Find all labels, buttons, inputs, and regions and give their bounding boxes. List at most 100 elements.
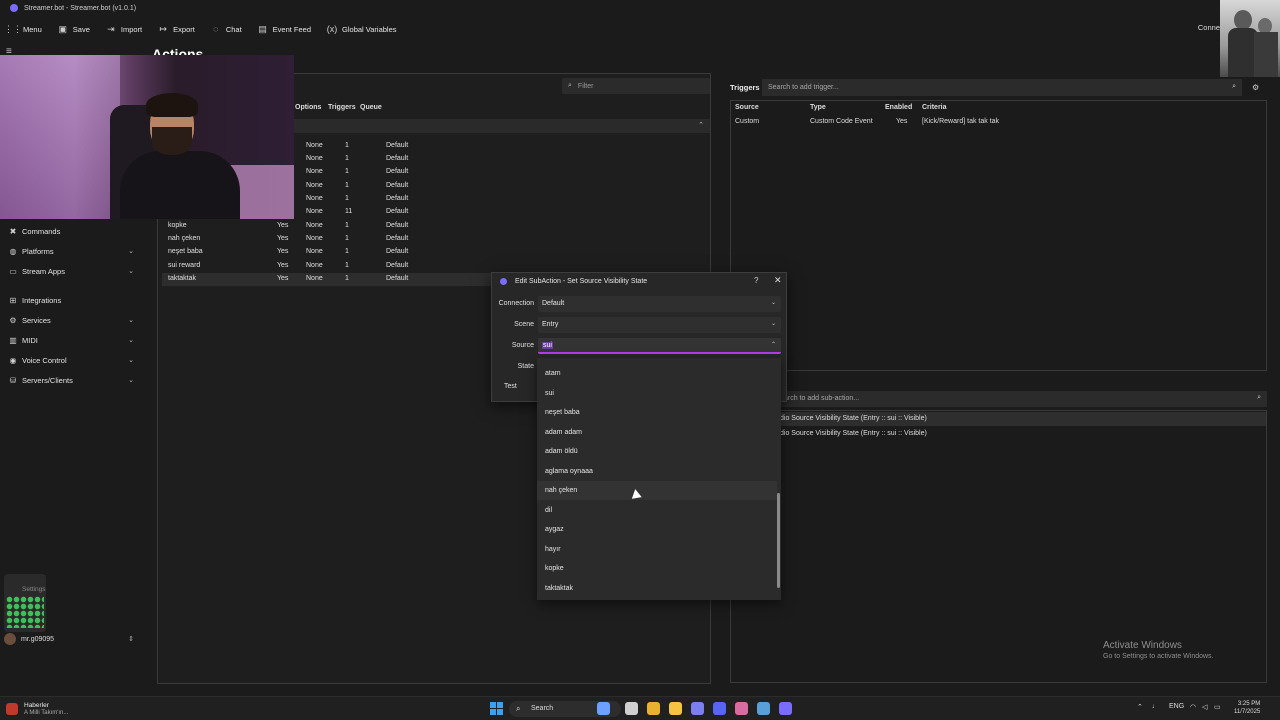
source-option[interactable]: adam adam <box>537 423 777 442</box>
microphone-icon[interactable]: ♩ <box>1152 703 1159 710</box>
action-enabled: Yes <box>277 235 289 242</box>
action-triggers: 1 <box>345 275 349 282</box>
action-group-header[interactable]: ⌃ <box>294 119 710 133</box>
trigger-column-enabled[interactable]: Enabled <box>885 104 912 111</box>
trigger-column-source[interactable]: Source <box>735 104 759 111</box>
source-option[interactable]: hayır <box>537 540 777 559</box>
source-select[interactable]: sui ⌃ <box>538 338 781 354</box>
close-icon[interactable]: ✕ <box>774 275 782 286</box>
tray-chevron-up-icon[interactable]: ⌃ <box>1137 703 1143 711</box>
volume-icon[interactable]: ◁ <box>1202 703 1207 711</box>
chevron-down-icon: ⌄ <box>128 248 134 255</box>
folder-icon[interactable] <box>669 702 682 715</box>
menu-button[interactable]: ⋮⋮ Menu <box>4 24 42 34</box>
sidebar-item-voice-control[interactable]: ◉ Voice Control ⌄ <box>0 351 148 369</box>
column-queue[interactable]: Queue <box>360 104 382 111</box>
action-queue: Default <box>386 262 409 269</box>
steam-icon[interactable] <box>757 702 770 715</box>
action-row[interactable]: nah çeken Yes None 1 Default <box>162 233 710 246</box>
sidebar-item-servers-clients[interactable]: ⛁ Servers/Clients ⌄ <box>0 371 148 389</box>
trigger-search-input[interactable]: Search to add trigger... ⌕ <box>762 79 1242 96</box>
column-options[interactable]: Options <box>295 104 321 111</box>
subaction-row[interactable]: dio Source Visibility State (Entry :: su… <box>780 427 1266 441</box>
subaction-search-input[interactable]: arch to add sub-action... ⌕ <box>780 391 1267 407</box>
scene-select[interactable]: Entry ⌄ <box>538 317 781 333</box>
action-row[interactable]: neşet baba Yes None 1 Default <box>162 246 710 259</box>
battery-icon[interactable]: ▭ <box>1214 703 1221 711</box>
source-option[interactable]: sui <box>537 384 777 403</box>
connection-status[interactable]: Conne <box>1198 23 1220 32</box>
app-icon[interactable] <box>735 702 748 715</box>
sidebar-item-commands[interactable]: ✖ Commands <box>0 222 148 240</box>
action-triggers: 1 <box>345 248 349 255</box>
screen-app-icon[interactable] <box>625 702 638 715</box>
action-options: None <box>306 142 323 149</box>
source-option[interactable]: aygaz <box>537 520 777 539</box>
windows-start-icon[interactable] <box>490 702 503 715</box>
global-variables-button[interactable]: (x) Global Variables <box>327 24 397 34</box>
event-feed-button[interactable]: ▤ Event Feed <box>258 24 311 34</box>
chevron-updown-icon: ⇕ <box>128 636 134 643</box>
midi-icon: ▥ <box>9 335 17 345</box>
search-icon: ⌕ <box>1232 83 1236 90</box>
sidebar-item-midi[interactable]: ▥ MIDI ⌄ <box>0 331 148 349</box>
chevron-down-icon: ⌄ <box>128 377 134 384</box>
source-option[interactable]: dil <box>537 501 777 520</box>
action-options: None <box>306 182 323 189</box>
gear-icon[interactable]: ⚙ <box>1252 83 1259 92</box>
trigger-criteria-cell[interactable]: [Kick/Reward] tak tak tak <box>922 118 999 125</box>
chevron-up-icon[interactable]: ⌃ <box>698 121 704 129</box>
news-widget[interactable]: Haberler A Milli Takım'ın... <box>6 700 96 718</box>
system-clock[interactable]: 3:25 PM 11/7/2025 <box>1234 700 1260 716</box>
triggers-title: Triggers <box>730 83 760 92</box>
source-option[interactable]: taktaktak <box>537 579 777 598</box>
settings-button[interactable]: Settings <box>4 574 46 632</box>
source-option[interactable]: aglama oynaaa <box>537 462 777 481</box>
streamerbot-taskbar-icon[interactable] <box>779 702 792 715</box>
action-queue: Default <box>386 222 409 229</box>
trigger-type-cell[interactable]: Custom Code Event <box>810 118 873 125</box>
sidebar-item-stream-apps[interactable]: ▭ Stream Apps ⌄ <box>0 262 148 280</box>
export-button[interactable]: ↦ Export <box>158 23 194 34</box>
search-icon: ⌕ <box>516 704 521 713</box>
connection-select[interactable]: Default ⌄ <box>538 296 781 312</box>
column-triggers[interactable]: Triggers <box>328 104 356 111</box>
sidebar-item-platforms[interactable]: ◍ Platforms ⌄ <box>0 242 148 260</box>
language-indicator[interactable]: ENG <box>1169 703 1184 710</box>
export-icon: ↦ <box>159 23 167 34</box>
trigger-column-criteria[interactable]: Criteria <box>922 104 947 111</box>
source-option[interactable]: neşet baba <box>537 403 777 422</box>
action-queue: Default <box>386 142 409 149</box>
source-option[interactable]: adam öldü <box>537 442 777 461</box>
subaction-row[interactable]: dio Source Visibility State (Entry :: su… <box>780 412 1266 426</box>
chat-button[interactable]: ◌ Chat <box>211 24 242 34</box>
sidebar-item-services[interactable]: ⚙ Services ⌄ <box>0 311 148 329</box>
sidebar-item-integrations[interactable]: ⊞ Integrations <box>0 291 148 309</box>
wifi-icon[interactable]: ◠ <box>1190 703 1196 711</box>
mouse-cursor-icon <box>630 488 642 499</box>
action-options: None <box>306 248 323 255</box>
action-triggers: 1 <box>345 235 349 242</box>
trigger-enabled-cell[interactable]: Yes <box>896 118 907 125</box>
action-row[interactable]: kopke Yes None 1 Default <box>162 220 710 233</box>
paint-app-icon[interactable] <box>691 702 704 715</box>
scrollbar[interactable] <box>777 493 780 588</box>
green-dots-overlay <box>6 596 44 628</box>
user-account[interactable]: mr.g09095 ⇕ <box>4 632 144 646</box>
source-option[interactable]: atam <box>537 364 777 383</box>
discord-icon[interactable] <box>713 702 726 715</box>
trigger-column-type[interactable]: Type <box>810 104 826 111</box>
help-icon[interactable]: ? <box>754 276 758 285</box>
search-icon: ⌕ <box>1257 394 1261 401</box>
trigger-source-cell[interactable]: Custom <box>735 118 759 125</box>
test-button[interactable]: Test <box>504 383 517 390</box>
chrome-icon[interactable] <box>647 702 660 715</box>
source-option[interactable]: kopke <box>537 559 777 578</box>
file-app-icon[interactable] <box>597 702 610 715</box>
source-option[interactable]: nah çeken <box>537 481 777 500</box>
platforms-icon: ◍ <box>9 246 17 256</box>
import-button[interactable]: ⇥ Import <box>106 24 142 34</box>
save-button[interactable]: ▣ Save <box>58 24 90 34</box>
action-queue: Default <box>386 235 409 242</box>
actions-filter-input[interactable]: ⌕ Filter <box>562 78 710 94</box>
